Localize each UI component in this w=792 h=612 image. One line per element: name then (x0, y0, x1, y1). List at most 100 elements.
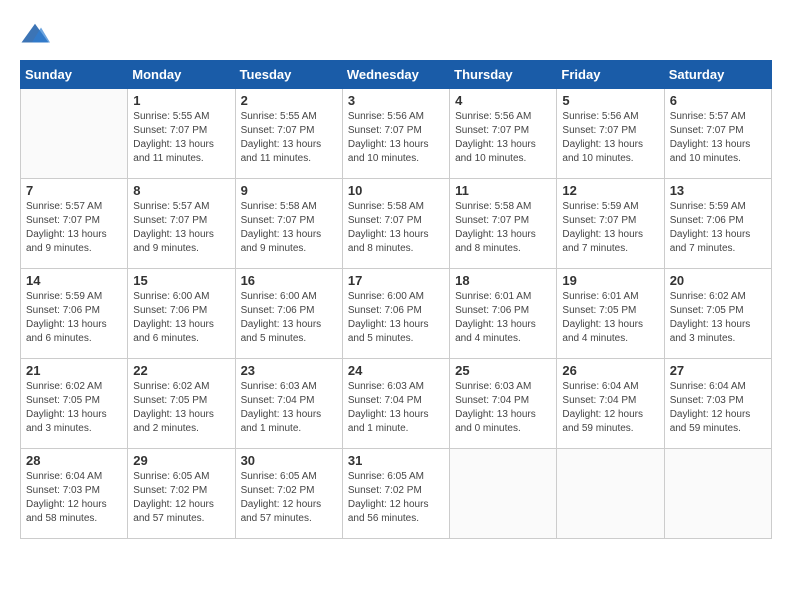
day-info: Sunrise: 5:56 AM Sunset: 7:07 PM Dayligh… (562, 110, 658, 166)
day-number: 19 (562, 273, 658, 288)
day-info: Sunrise: 5:57 AM Sunset: 7:07 PM Dayligh… (670, 110, 766, 166)
day-number: 7 (26, 183, 122, 198)
calendar-week-4: 21 Sunrise: 6:02 AM Sunset: 7:05 PM Dayli… (21, 359, 772, 449)
calendar-cell (664, 449, 771, 539)
calendar-cell: 3 Sunrise: 5:56 AM Sunset: 7:07 PM Daylig… (342, 89, 449, 179)
day-number: 2 (241, 93, 337, 108)
day-info: Sunrise: 5:58 AM Sunset: 7:07 PM Dayligh… (241, 200, 337, 256)
calendar-cell: 18 Sunrise: 6:01 AM Sunset: 7:06 PM Dayli… (450, 269, 557, 359)
calendar-cell: 28 Sunrise: 6:04 AM Sunset: 7:03 PM Dayli… (21, 449, 128, 539)
calendar-week-1: 1 Sunrise: 5:55 AM Sunset: 7:07 PM Daylig… (21, 89, 772, 179)
calendar-cell: 15Sunrise: 6:00 AM Sunset: 7:06 PM Dayli… (128, 269, 235, 359)
day-info: Sunrise: 6:05 AM Sunset: 7:02 PM Dayligh… (133, 470, 229, 526)
day-number: 13 (670, 183, 766, 198)
col-header-saturday: Saturday (664, 61, 771, 89)
calendar-cell: 14 Sunrise: 5:59 AM Sunset: 7:06 PM Dayli… (21, 269, 128, 359)
day-number: 5 (562, 93, 658, 108)
day-number: 30 (241, 453, 337, 468)
calendar-cell: 1 Sunrise: 5:55 AM Sunset: 7:07 PM Daylig… (128, 89, 235, 179)
calendar-cell: 30 Sunrise: 6:05 AM Sunset: 7:02 PM Dayli… (235, 449, 342, 539)
day-info: Sunrise: 6:04 AM Sunset: 7:03 PM Dayligh… (26, 470, 122, 526)
day-number: 28 (26, 453, 122, 468)
calendar-cell: 20 Sunrise: 6:02 AM Sunset: 7:05 PM Dayli… (664, 269, 771, 359)
calendar-cell: 7 Sunrise: 5:57 AM Sunset: 7:07 PM Daylig… (21, 179, 128, 269)
day-info: Sunrise: 6:01 AM Sunset: 7:06 PM Dayligh… (455, 290, 551, 346)
calendar-cell: 25 Sunrise: 6:03 AM Sunset: 7:04 PM Dayli… (450, 359, 557, 449)
day-number: 22 (133, 363, 229, 378)
logo (20, 20, 54, 50)
day-number: 14 (26, 273, 122, 288)
calendar-cell: 17Sunrise: 6:00 AM Sunset: 7:06 PM Dayli… (342, 269, 449, 359)
calendar-cell: 16Sunrise: 6:00 AM Sunset: 7:06 PM Dayli… (235, 269, 342, 359)
day-number: 25 (455, 363, 551, 378)
calendar-week-2: 7 Sunrise: 5:57 AM Sunset: 7:07 PM Daylig… (21, 179, 772, 269)
day-number: 21 (26, 363, 122, 378)
calendar-cell (557, 449, 664, 539)
calendar-cell: 23Sunrise: 6:03 AM Sunset: 7:04 PM Dayli… (235, 359, 342, 449)
calendar-cell: 11Sunrise: 5:58 AM Sunset: 7:07 PM Dayli… (450, 179, 557, 269)
day-info: Sunrise: 5:59 AM Sunset: 7:07 PM Dayligh… (562, 200, 658, 256)
calendar-cell: 22 Sunrise: 6:02 AM Sunset: 7:05 PM Dayli… (128, 359, 235, 449)
day-info: Sunrise: 5:57 AM Sunset: 7:07 PM Dayligh… (133, 200, 229, 256)
calendar-week-3: 14 Sunrise: 5:59 AM Sunset: 7:06 PM Dayli… (21, 269, 772, 359)
day-info: Sunrise: 6:04 AM Sunset: 7:03 PM Dayligh… (670, 380, 766, 436)
day-info: Sunrise: 6:00 AM Sunset: 7:06 PM Dayligh… (133, 290, 229, 346)
col-header-friday: Friday (557, 61, 664, 89)
day-number: 31 (348, 453, 444, 468)
day-info: Sunrise: 6:01 AM Sunset: 7:05 PM Dayligh… (562, 290, 658, 346)
day-info: Sunrise: 5:59 AM Sunset: 7:06 PM Dayligh… (26, 290, 122, 346)
calendar-cell: 31 Sunrise: 6:05 AM Sunset: 7:02 PM Dayli… (342, 449, 449, 539)
col-header-tuesday: Tuesday (235, 61, 342, 89)
day-number: 3 (348, 93, 444, 108)
day-number: 18 (455, 273, 551, 288)
day-info: Sunrise: 5:56 AM Sunset: 7:07 PM Dayligh… (455, 110, 551, 166)
day-info: Sunrise: 5:59 AM Sunset: 7:06 PM Dayligh… (670, 200, 766, 256)
day-number: 20 (670, 273, 766, 288)
calendar-week-5: 28 Sunrise: 6:04 AM Sunset: 7:03 PM Dayli… (21, 449, 772, 539)
day-info: Sunrise: 6:02 AM Sunset: 7:05 PM Dayligh… (133, 380, 229, 436)
col-header-sunday: Sunday (21, 61, 128, 89)
logo-icon (20, 20, 50, 50)
day-number: 26 (562, 363, 658, 378)
day-number: 1 (133, 93, 229, 108)
calendar-cell: 13 Sunrise: 5:59 AM Sunset: 7:06 PM Dayli… (664, 179, 771, 269)
day-info: Sunrise: 5:55 AM Sunset: 7:07 PM Dayligh… (241, 110, 337, 166)
calendar-cell: 4 Sunrise: 5:56 AM Sunset: 7:07 PM Daylig… (450, 89, 557, 179)
day-number: 6 (670, 93, 766, 108)
day-number: 27 (670, 363, 766, 378)
calendar-table: SundayMondayTuesdayWednesdayThursdayFrid… (20, 60, 772, 539)
calendar-header-row: SundayMondayTuesdayWednesdayThursdayFrid… (21, 61, 772, 89)
day-info: Sunrise: 6:05 AM Sunset: 7:02 PM Dayligh… (348, 470, 444, 526)
col-header-wednesday: Wednesday (342, 61, 449, 89)
day-info: Sunrise: 5:57 AM Sunset: 7:07 PM Dayligh… (26, 200, 122, 256)
calendar-cell: 29 Sunrise: 6:05 AM Sunset: 7:02 PM Dayli… (128, 449, 235, 539)
day-info: Sunrise: 6:03 AM Sunset: 7:04 PM Dayligh… (348, 380, 444, 436)
calendar-cell: 6 Sunrise: 5:57 AM Sunset: 7:07 PM Daylig… (664, 89, 771, 179)
col-header-monday: Monday (128, 61, 235, 89)
day-info: Sunrise: 6:02 AM Sunset: 7:05 PM Dayligh… (26, 380, 122, 436)
day-info: Sunrise: 5:58 AM Sunset: 7:07 PM Dayligh… (348, 200, 444, 256)
day-number: 4 (455, 93, 551, 108)
calendar-cell: 27 Sunrise: 6:04 AM Sunset: 7:03 PM Dayli… (664, 359, 771, 449)
col-header-thursday: Thursday (450, 61, 557, 89)
day-number: 23 (241, 363, 337, 378)
calendar-cell: 2 Sunrise: 5:55 AM Sunset: 7:07 PM Daylig… (235, 89, 342, 179)
calendar-cell: 12 Sunrise: 5:59 AM Sunset: 7:07 PM Dayli… (557, 179, 664, 269)
calendar-cell: 26Sunrise: 6:04 AM Sunset: 7:04 PM Dayli… (557, 359, 664, 449)
day-number: 17 (348, 273, 444, 288)
day-info: Sunrise: 6:05 AM Sunset: 7:02 PM Dayligh… (241, 470, 337, 526)
calendar-cell: 24 Sunrise: 6:03 AM Sunset: 7:04 PM Dayli… (342, 359, 449, 449)
day-info: Sunrise: 6:02 AM Sunset: 7:05 PM Dayligh… (670, 290, 766, 346)
calendar-cell (21, 89, 128, 179)
day-info: Sunrise: 5:55 AM Sunset: 7:07 PM Dayligh… (133, 110, 229, 166)
day-number: 16 (241, 273, 337, 288)
calendar-cell: 8 Sunrise: 5:57 AM Sunset: 7:07 PM Daylig… (128, 179, 235, 269)
day-number: 24 (348, 363, 444, 378)
day-number: 10 (348, 183, 444, 198)
day-info: Sunrise: 5:56 AM Sunset: 7:07 PM Dayligh… (348, 110, 444, 166)
calendar-cell: 21 Sunrise: 6:02 AM Sunset: 7:05 PM Dayli… (21, 359, 128, 449)
day-number: 29 (133, 453, 229, 468)
day-number: 12 (562, 183, 658, 198)
day-info: Sunrise: 6:03 AM Sunset: 7:04 PM Dayligh… (455, 380, 551, 436)
day-number: 8 (133, 183, 229, 198)
